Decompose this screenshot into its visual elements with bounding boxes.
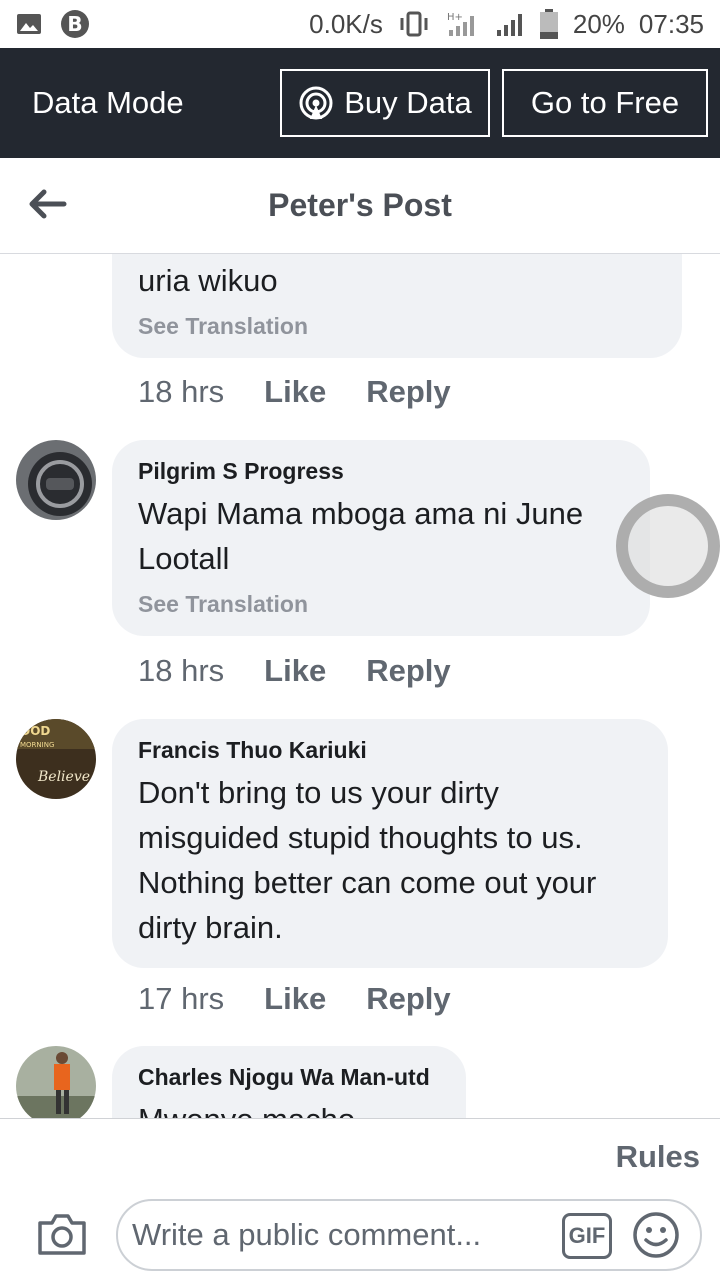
reply-button[interactable]: Reply <box>366 374 450 410</box>
vibrate-icon <box>400 11 428 37</box>
comment-time: 18 hrs <box>138 653 225 688</box>
go-to-free-button[interactable]: Go to Free <box>502 69 708 137</box>
svg-text:OOD: OOD <box>20 724 50 738</box>
comment-text-line: dirty brain. <box>138 910 283 945</box>
comment-actions: 18 hrs Like Reply <box>138 653 451 689</box>
back-arrow-icon[interactable] <box>28 184 68 224</box>
comment-text-line: Don't bring to us your dirty <box>138 775 499 810</box>
comment-text-line: Lootall <box>138 541 230 576</box>
see-translation-link[interactable]: See Translation <box>138 591 624 618</box>
page-title: Peter's Post <box>268 187 452 223</box>
avatar[interactable] <box>16 1046 96 1118</box>
gif-button[interactable]: GIF <box>562 1213 612 1259</box>
camera-icon[interactable] <box>36 1211 88 1257</box>
data-mode-bar: Data Mode Buy Data Go to Free <box>0 48 720 158</box>
comment-input[interactable]: Write a public comment... GIF <box>116 1199 702 1271</box>
comment-bubble: Pilgrim S Progress Wapi Mama mboga ama n… <box>112 440 650 636</box>
comment-bubble: uria wikuo See Translation <box>112 254 682 358</box>
comment-text-line: Nothing better can come out your <box>138 865 597 900</box>
data-mode-title: Data Mode <box>32 85 184 120</box>
signal-h-plus-icon: H+ <box>447 12 474 36</box>
like-button[interactable]: Like <box>264 981 326 1017</box>
like-button[interactable]: Like <box>264 374 326 410</box>
comment-time: 17 hrs <box>138 981 225 1016</box>
clock: 07:35 <box>638 8 704 39</box>
svg-text:H+: H+ <box>447 12 463 23</box>
comment-text: Don't bring to us your dirty misguided s… <box>138 770 642 950</box>
comment-text: Mwenye macho <box>138 1097 440 1118</box>
app-notification-icon: B <box>61 10 89 38</box>
comment-text: Wapi Mama mboga ama ni June Lootall <box>138 491 624 581</box>
svg-text:B: B <box>67 12 82 36</box>
comment-bubble: Charles Njogu Wa Man-utd Mwenye macho <box>112 1046 466 1118</box>
comment-text-line: Wapi Mama mboga ama ni June <box>138 496 584 531</box>
buy-data-label: Buy Data <box>344 85 472 120</box>
rules-link[interactable]: Rules <box>616 1139 700 1175</box>
comment-time: 18 hrs <box>138 374 225 409</box>
emoji-icon[interactable] <box>632 1211 680 1259</box>
comment-actions: 17 hrs Like Reply <box>138 981 451 1017</box>
go-to-free-label: Go to Free <box>530 85 680 120</box>
comment-author[interactable]: Charles Njogu Wa Man-utd <box>138 1064 440 1091</box>
like-button[interactable]: Like <box>264 653 326 689</box>
reply-button[interactable]: Reply <box>366 981 450 1017</box>
svg-text:Believe: Believe <box>37 769 90 785</box>
comment-composer: Rules Write a public comment... GIF <box>0 1118 720 1280</box>
buy-data-button[interactable]: Buy Data <box>280 69 490 137</box>
network-speed: 0.0K/s <box>309 8 383 39</box>
broadcast-icon <box>299 86 333 120</box>
battery-icon <box>539 9 558 39</box>
comment-text: uria wikuo <box>138 263 278 298</box>
signal-icon <box>496 14 522 36</box>
comment-actions: 18 hrs Like Reply <box>138 374 451 410</box>
svg-text:MORNING: MORNING <box>20 741 54 749</box>
gallery-icon <box>17 14 41 34</box>
avatar[interactable]: OOD MORNING Believe <box>16 719 96 799</box>
avatar[interactable] <box>16 440 96 520</box>
battery-percent: 20% <box>572 8 625 39</box>
comment-bubble: Francis Thuo Kariuki Don't bring to us y… <box>112 719 668 968</box>
see-translation-link[interactable]: See Translation <box>138 313 656 340</box>
post-header: Peter's Post <box>0 158 720 254</box>
reply-button[interactable]: Reply <box>366 653 450 689</box>
comment-text-line: misguided stupid thoughts to us. <box>138 820 583 855</box>
comment-input-placeholder: Write a public comment... <box>132 1217 482 1252</box>
comment-author[interactable]: Francis Thuo Kariuki <box>138 737 642 764</box>
touch-indicator <box>616 494 720 598</box>
status-bar: B 0.0K/s H+ 20% 07:35 <box>0 0 720 48</box>
comments-feed[interactable]: uria wikuo See Translation 18 hrs Like R… <box>0 254 720 1118</box>
comment-author[interactable]: Pilgrim S Progress <box>138 458 624 485</box>
